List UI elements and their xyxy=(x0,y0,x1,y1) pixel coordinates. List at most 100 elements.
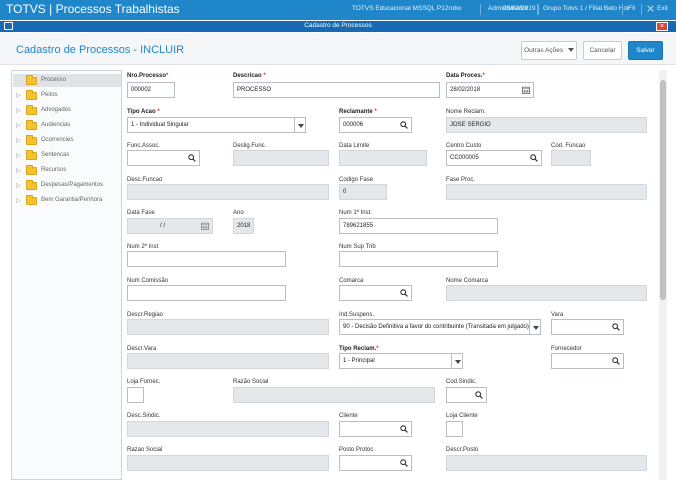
cod-sindic-label: Cod.Sindic. xyxy=(446,379,477,385)
tipo-reclam-value: 1 - Principal xyxy=(343,358,375,364)
search-icon[interactable] xyxy=(400,289,408,297)
nome-reclam-label: Nome Reclam. xyxy=(446,109,486,115)
comarca-field[interactable] xyxy=(339,285,412,301)
exit-icon[interactable] xyxy=(647,5,654,14)
ind-suspens-select[interactable]: 90 - Decisão Definitiva a favor do contr… xyxy=(339,319,541,335)
desc-funcao-label: Desc.Funcao xyxy=(127,177,163,183)
ano-label: Ano xyxy=(233,210,244,216)
fornecedor-field[interactable] xyxy=(551,353,624,369)
data-fase-value: / / xyxy=(160,223,166,229)
divider xyxy=(622,4,623,15)
folder-icon xyxy=(26,180,37,190)
tree-item-advogados[interactable]: ▷ Advogados xyxy=(13,104,121,117)
fornecedor-label: Fornecedor xyxy=(551,346,582,352)
date-text[interactable]: 28/02/2019 xyxy=(503,5,536,12)
func-assoc-field[interactable] xyxy=(127,150,200,166)
razao-social-2-field xyxy=(127,455,329,471)
cod-funcao-label: Cod. Funcao xyxy=(551,143,586,149)
folder-icon xyxy=(26,105,37,115)
search-icon[interactable] xyxy=(530,154,538,162)
loja-cliente-field[interactable] xyxy=(446,421,463,437)
num-2-inst-field[interactable] xyxy=(127,251,286,267)
descr-regiao-label: Descr.Regiao xyxy=(127,312,164,318)
chevron-right-icon[interactable]: ▷ xyxy=(16,197,21,204)
scrollbar-thumb[interactable] xyxy=(660,80,666,300)
tree-item-label: Processo xyxy=(41,77,67,83)
ind-suspens-value: 90 - Decisão Definitiva a favor do contr… xyxy=(343,324,529,330)
reclamante-label: Reclamante * xyxy=(339,109,377,115)
search-icon[interactable] xyxy=(400,459,408,467)
nro-processo-field[interactable]: 000002 xyxy=(127,82,175,98)
tree-item-processo[interactable]: Processo xyxy=(13,74,121,87)
search-icon[interactable] xyxy=(475,391,483,399)
chevron-right-icon[interactable]: ▷ xyxy=(16,152,21,159)
data-fase-field: / / xyxy=(127,218,213,234)
centro-custo-field[interactable]: CC000005 xyxy=(446,150,542,166)
chevron-down-icon[interactable] xyxy=(451,354,462,368)
search-icon[interactable] xyxy=(400,121,408,129)
chevron-right-icon[interactable]: ▷ xyxy=(16,122,21,129)
filial-code[interactable]: FII xyxy=(628,5,636,12)
tree-item-audiencias[interactable]: ▷ Audiencias xyxy=(13,119,121,132)
num-sup-trib-field[interactable] xyxy=(339,251,498,267)
tree-item-ocorrencias[interactable]: ▷ Ocorrencies xyxy=(13,134,121,147)
desc-sindic-label: Desc.Sindic. xyxy=(127,413,161,419)
environment-label[interactable]: TOTVS Educacional MSSQL P12robo xyxy=(352,5,461,12)
chevron-down-icon[interactable] xyxy=(294,118,305,132)
num-1-inst-field[interactable]: 789621855 xyxy=(339,218,498,234)
search-icon[interactable] xyxy=(612,357,620,365)
tipo-acao-select[interactable]: 1 - Individual Singular xyxy=(127,117,306,133)
centro-custo-label: Centro Custo xyxy=(446,143,482,149)
vara-field[interactable] xyxy=(551,319,624,335)
chevron-down-icon[interactable] xyxy=(529,320,540,334)
chevron-right-icon[interactable]: ▷ xyxy=(16,182,21,189)
cod-sindic-field[interactable] xyxy=(446,387,487,403)
posto-protoc-field[interactable] xyxy=(339,455,412,471)
tree-item-peitos[interactable]: ▷ Peitos xyxy=(13,89,121,102)
tipo-acao-value: 1 - Individual Singular xyxy=(131,122,189,128)
tree-item-label: Advogados xyxy=(41,107,72,113)
other-actions-button[interactable]: Outras Ações xyxy=(521,41,577,60)
data-proces-field[interactable]: 28/02/2018 xyxy=(446,82,534,98)
fase-proc-field xyxy=(446,184,647,200)
save-button[interactable]: Salvar xyxy=(628,41,663,60)
data-proces-label: Data Proces.* xyxy=(446,73,485,79)
tipo-reclam-label: Tipo Reclam.* xyxy=(339,346,379,352)
exit-button[interactable]: Exit xyxy=(657,5,668,12)
close-icon[interactable]: × xyxy=(656,22,668,31)
tree-item-recursos[interactable]: ▷ Recursos xyxy=(13,164,121,177)
codigo-fase-field: 0 xyxy=(339,184,387,200)
chevron-right-icon[interactable]: ▷ xyxy=(16,107,21,114)
folder-icon xyxy=(26,150,37,160)
loja-fornec-field[interactable] xyxy=(127,387,144,403)
reclamante-field[interactable]: 000006 xyxy=(339,117,412,133)
search-icon[interactable] xyxy=(612,323,620,331)
branch-label[interactable]: Grupo Totvs 1 / Filial Belo Hor xyxy=(543,5,629,12)
chevron-right-icon[interactable]: ▷ xyxy=(16,137,21,144)
search-icon[interactable] xyxy=(188,154,196,162)
tree-item-bem-garantia[interactable]: ▷ Bem Garantia/Penhora xyxy=(13,194,121,207)
codigo-fase-label: Codigo Fase xyxy=(339,177,374,183)
calendar-icon[interactable] xyxy=(522,86,530,94)
folder-icon xyxy=(26,75,37,85)
data-proces-value: 28/02/2018 xyxy=(450,87,481,93)
tipo-reclam-select[interactable]: 1 - Principal xyxy=(339,353,463,369)
tree-item-despesas[interactable]: ▷ Despesas/Pagamentos xyxy=(13,179,121,192)
tree-item-sentencas[interactable]: ▷ Sentencas xyxy=(13,149,121,162)
cancel-button[interactable]: Cancelar xyxy=(583,41,622,60)
loja-cliente-label: Loja Cliente xyxy=(446,413,478,419)
comarca-label: Comarca xyxy=(339,278,364,284)
chevron-right-icon[interactable]: ▷ xyxy=(16,167,21,174)
tree-item-label: Recursos xyxy=(41,167,67,173)
nro-processo-label: Nro.Processo* xyxy=(127,73,169,79)
num-comissao-field[interactable] xyxy=(127,285,286,301)
folder-icon xyxy=(26,195,37,205)
chevron-right-icon[interactable]: ▷ xyxy=(16,92,21,99)
search-icon[interactable] xyxy=(400,425,408,433)
divider xyxy=(537,4,538,15)
tipo-acao-label: Tipo Acao * xyxy=(127,109,160,115)
calendar-icon[interactable] xyxy=(201,222,209,230)
fase-proc-label: Fase Proc. xyxy=(446,177,476,183)
descricao-field[interactable]: PROCESSO xyxy=(233,82,440,98)
cliente-field[interactable] xyxy=(339,421,412,437)
